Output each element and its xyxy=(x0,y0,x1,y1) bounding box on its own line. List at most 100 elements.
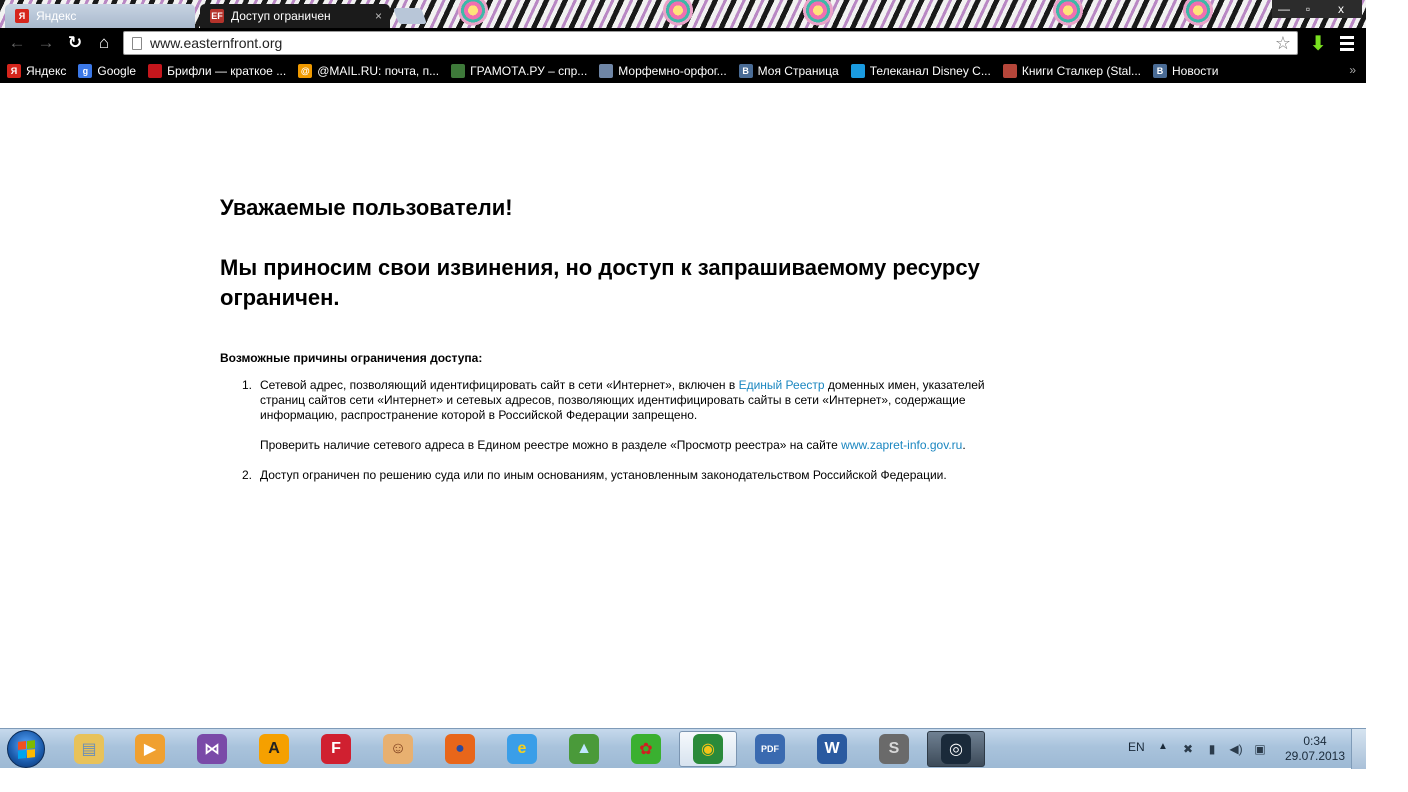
download-icon[interactable]: ⬇ xyxy=(1307,31,1329,55)
bookmark-item[interactable]: Брифли — краткое ... xyxy=(148,63,287,78)
forward-arrow-icon[interactable]: → xyxy=(34,32,58,54)
theme-decoration xyxy=(1050,0,1086,26)
clock-time: 0:34 xyxy=(1303,734,1327,748)
document-icon xyxy=(599,63,614,78)
taskbar-app-aimp[interactable]: A xyxy=(245,731,303,767)
vk-icon: B xyxy=(1153,63,1168,78)
clock[interactable]: 0:34 29.07.2013 xyxy=(1280,734,1350,764)
taskbar-app-steam[interactable]: ◎ xyxy=(927,731,985,767)
bookmark-label: Моя Страница xyxy=(757,63,839,78)
taskbar-app-landscape[interactable]: ▲ xyxy=(555,731,613,767)
tab-access-restricted[interactable]: EF Доступ ограничен × xyxy=(200,4,390,28)
zapret-info-link[interactable]: www.zapret-info.gov.ru xyxy=(841,438,962,452)
starcraft-icon: S xyxy=(879,734,909,764)
check-text-end: . xyxy=(962,438,966,452)
icq-icon: ✿ xyxy=(631,734,661,764)
home-icon[interactable]: ⌂ xyxy=(92,32,116,54)
address-url[interactable]: www.easternfront.org xyxy=(150,35,282,51)
taskbar-app-media-player[interactable]: ▶ xyxy=(121,731,179,767)
bookmark-item[interactable]: Морфемно-орфог... xyxy=(599,63,727,78)
bookmark-star-icon[interactable]: ☆ xyxy=(1275,33,1291,54)
signal-bars-icon[interactable]: ▮ xyxy=(1204,741,1220,757)
bookmark-item[interactable]: B Новости xyxy=(1153,63,1219,78)
game-chef-icon: ☺ xyxy=(383,734,413,764)
show-desktop-button[interactable] xyxy=(1351,729,1366,769)
yandex-icon: Я xyxy=(7,63,21,78)
bookmarks-overflow-button[interactable]: » xyxy=(1349,63,1356,77)
word-icon: W xyxy=(817,734,847,764)
bookmark-label: Брифли — краткое ... xyxy=(167,63,287,78)
address-bar[interactable]: www.easternfront.org ☆ xyxy=(123,31,1298,55)
chrome-icon: ◉ xyxy=(693,734,723,764)
new-tab-button[interactable] xyxy=(393,8,427,24)
taskbar-app-internet-explorer[interactable]: e xyxy=(493,731,551,767)
bookmark-item[interactable]: Телеканал Disney C... xyxy=(850,63,991,78)
volume-icon[interactable]: ◀) xyxy=(1228,741,1244,757)
list-number: 1. xyxy=(242,378,253,392)
taskbar: ▤ ▶ ⋈ A F ☺ ● e ▲ ✿ ◉ PDF W S ◎ EN ▲ ✖ ▮… xyxy=(0,728,1366,769)
bookmark-item[interactable]: Я Яндекс xyxy=(7,63,66,78)
firefox-icon: ● xyxy=(445,734,475,764)
network-warning-icon[interactable]: ✖ xyxy=(1180,741,1196,757)
aimp-icon: A xyxy=(259,734,289,764)
media-player-icon: ▶ xyxy=(135,734,165,764)
language-indicator[interactable]: EN xyxy=(1128,740,1145,754)
reason-text: Доступ ограничен по решению суда или по … xyxy=(260,468,947,482)
bookmark-item[interactable]: Книги Сталкер (Stal... xyxy=(1002,63,1141,78)
back-arrow-icon[interactable]: ← xyxy=(5,32,29,54)
books-icon xyxy=(1002,63,1017,78)
yandex-favicon-icon: Я xyxy=(15,9,29,23)
show-hidden-icons-icon[interactable]: ▲ xyxy=(1158,741,1168,752)
taskbar-app-firefox[interactable]: ● xyxy=(431,731,489,767)
bookmarks-bar: Я Яндекс g Google Брифли — краткое ... @… xyxy=(0,58,1366,83)
taskbar-app-starcraft[interactable]: S xyxy=(865,731,923,767)
vk-icon: B xyxy=(738,63,753,78)
tab-yandex[interactable]: Я Яндекс xyxy=(5,4,195,28)
minimize-button[interactable]: — xyxy=(1272,0,1296,18)
theme-decoration xyxy=(800,0,836,26)
system-tray: EN ▲ ✖ ▮ ◀) ▣ 0:34 29.07.2013 xyxy=(1120,729,1366,769)
taskbar-app-word[interactable]: W xyxy=(803,731,861,767)
reload-icon[interactable]: ↻ xyxy=(63,32,87,54)
screen: Я Яндекс EF Доступ ограничен × — ▫ x ← →… xyxy=(0,0,1408,792)
bookmark-label: Новости xyxy=(1172,63,1219,78)
page-greeting: Уважаемые пользователи! xyxy=(220,195,513,220)
power-icon[interactable]: ▣ xyxy=(1252,741,1268,757)
windows-logo-icon xyxy=(18,740,35,759)
menu-icon[interactable] xyxy=(1340,33,1360,53)
clock-date: 29.07.2013 xyxy=(1284,749,1346,763)
tab-title: Доступ ограничен xyxy=(231,9,331,23)
taskbar-app-pdf[interactable]: PDF xyxy=(741,731,799,767)
browser-window: Я Яндекс EF Доступ ограничен × — ▫ x ← →… xyxy=(0,0,1366,728)
theme-decoration xyxy=(1180,0,1216,26)
theme-decoration xyxy=(455,0,491,26)
list-item: 2. Доступ ограничен по решению суда или … xyxy=(242,468,1010,483)
start-button[interactable] xyxy=(7,730,45,768)
taskbar-app-icq[interactable]: ✿ xyxy=(617,731,675,767)
visual-studio-icon: ⋈ xyxy=(197,734,227,764)
page-content: Уважаемые пользователи! Мы приносим свои… xyxy=(0,83,1366,728)
bookmark-label: Телеканал Disney C... xyxy=(869,63,991,78)
disney-icon xyxy=(850,63,865,78)
bookmark-item[interactable]: g Google xyxy=(78,63,136,78)
taskbar-app-visual-studio[interactable]: ⋈ xyxy=(183,731,241,767)
tab-close-icon[interactable]: × xyxy=(375,9,382,23)
bookmark-item[interactable]: B Моя Страница xyxy=(738,63,839,78)
google-icon: g xyxy=(78,63,93,78)
maximize-button[interactable]: ▫ xyxy=(1296,0,1320,18)
easternfront-favicon-icon: EF xyxy=(210,9,224,23)
bookmark-item[interactable]: ГРАМОТА.РУ – спр... xyxy=(451,63,588,78)
bookmark-label: ГРАМОТА.РУ – спр... xyxy=(470,63,588,78)
taskbar-app-flash[interactable]: F xyxy=(307,731,365,767)
taskbar-app-explorer[interactable]: ▤ xyxy=(60,731,118,767)
taskbar-app-game[interactable]: ☺ xyxy=(369,731,427,767)
bookmark-flag-icon xyxy=(148,63,163,78)
list-number: 2. xyxy=(242,468,253,482)
registry-link[interactable]: Единый Реестр xyxy=(739,378,825,392)
taskbar-app-chrome[interactable]: ◉ xyxy=(679,731,737,767)
reasons-heading: Возможные причины ограничения доступа: xyxy=(220,351,483,365)
check-text-part: Проверить наличие сетевого адреса в Един… xyxy=(260,438,842,452)
close-window-button[interactable]: x xyxy=(1320,0,1362,18)
bookmark-item[interactable]: @ @MAIL.RU: почта, п... xyxy=(298,63,439,78)
bookmark-label: Морфемно-орфог... xyxy=(618,63,727,78)
